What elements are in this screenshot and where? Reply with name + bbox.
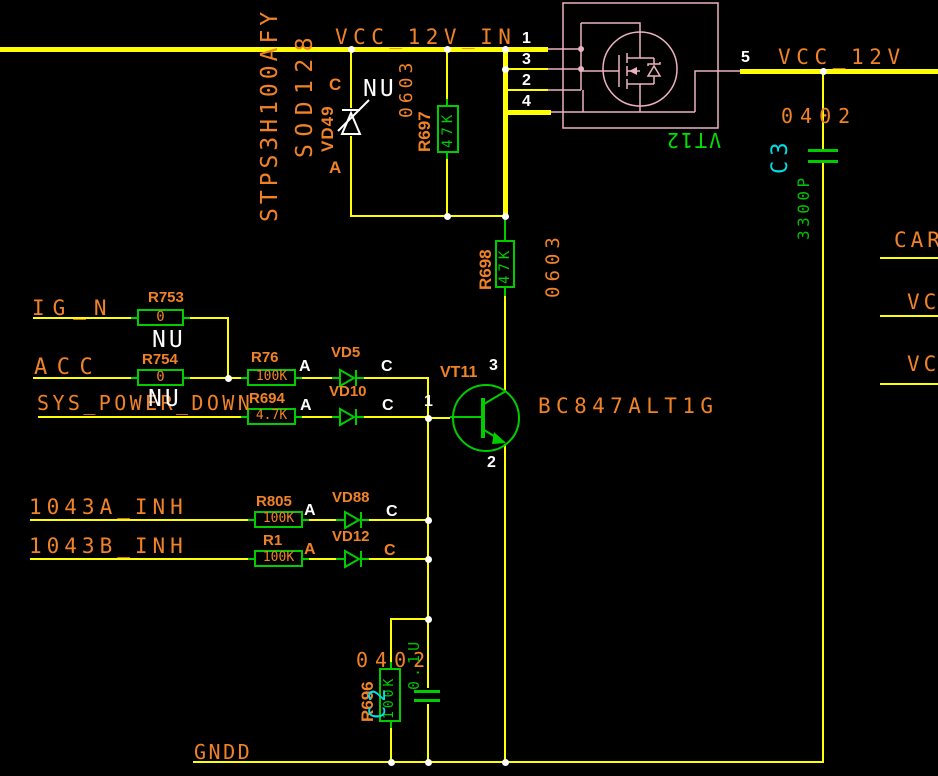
- vd10-diode-symbol[interactable]: [332, 409, 364, 425]
- designator-vt11[interactable]: VT11: [440, 365, 477, 382]
- vd88-diode-symbol[interactable]: [336, 512, 369, 528]
- value-c2[interactable]: 0.1U: [407, 630, 423, 690]
- vt11-pin-base: 1: [424, 394, 433, 411]
- vd5-anode-marker: A: [299, 359, 311, 376]
- r753-nu-marker: NU: [152, 328, 186, 352]
- vd12-cathode-marker: C: [384, 543, 396, 560]
- value-r694[interactable]: 4.7K: [247, 409, 296, 423]
- vt12-mosfet-symbol[interactable]: [548, 3, 740, 128]
- net-label-1043b-inh[interactable]: 1043B_INH: [29, 535, 188, 557]
- footprint-sod128[interactable]: SOD128: [293, 28, 317, 158]
- vt12-pin-4: 4: [522, 94, 531, 111]
- designator-r753[interactable]: R753: [148, 290, 184, 306]
- designator-vd10[interactable]: VD10: [329, 384, 367, 400]
- junction-dot: [502, 66, 509, 73]
- vd49-diode-symbol[interactable]: [338, 100, 369, 134]
- r754-nu-marker: NU: [148, 387, 182, 411]
- vd49-cathode-marker: C: [329, 76, 341, 94]
- junction-dot: [502, 759, 509, 766]
- vt11-pin-emitter: 2: [487, 455, 496, 472]
- junction-dot: [502, 213, 509, 220]
- vt12-pin-5: 5: [741, 50, 750, 67]
- designator-r754[interactable]: R754: [142, 352, 178, 368]
- vd12-anode-marker: A: [304, 542, 316, 559]
- designator-c2[interactable]: C2: [367, 683, 390, 719]
- value-c3[interactable]: 3300P: [796, 172, 813, 240]
- nu-slash-icon: [338, 100, 369, 131]
- designator-r694[interactable]: R694: [249, 391, 285, 407]
- footprint-c3[interactable]: 0402: [781, 106, 857, 127]
- vd12-diode-symbol[interactable]: [336, 551, 369, 567]
- net-label-1043a-inh[interactable]: 1043A_INH: [29, 496, 188, 518]
- footprint-r698[interactable]: 0603: [544, 228, 564, 298]
- part-number-stps[interactable]: STPS3H100AFY: [258, 8, 282, 222]
- vd49-nu-marker: NU: [363, 77, 397, 101]
- vd5-cathode-marker: C: [381, 359, 393, 376]
- net-label-sys-power-down[interactable]: SYS_POWER_DOWN: [37, 393, 253, 414]
- junction-dot: [225, 375, 232, 382]
- footprint-r697[interactable]: 0603: [398, 56, 417, 118]
- designator-r76[interactable]: R76: [251, 350, 279, 366]
- junction-dot: [425, 517, 432, 524]
- designator-vd88[interactable]: VD88: [332, 490, 370, 506]
- value-r753[interactable]: 0: [137, 310, 184, 325]
- designator-c3[interactable]: C3: [769, 136, 792, 174]
- designator-r698[interactable]: R698: [477, 238, 495, 290]
- net-label-gndd[interactable]: GNDD: [194, 742, 252, 763]
- designator-r697[interactable]: R697: [416, 100, 434, 152]
- junction-dot: [425, 415, 432, 422]
- value-r76[interactable]: 100K: [247, 370, 296, 384]
- designator-vd5[interactable]: VD5: [331, 345, 360, 361]
- vt12-pin-2: 2: [522, 73, 531, 90]
- net-label-vcc-12v-in[interactable]: VCC_12V_IN: [335, 26, 516, 48]
- vd10-cathode-marker: C: [382, 398, 394, 415]
- net-label-car-clipped[interactable]: CAR: [894, 229, 938, 251]
- value-r754[interactable]: 0: [137, 370, 184, 385]
- net-label-vcc-12v[interactable]: VCC_12V: [778, 46, 906, 68]
- junction-dot: [425, 556, 432, 563]
- net-label-vc-clipped-2[interactable]: VC: [907, 353, 938, 375]
- schematic-canvas[interactable]: VCC_12V_IN VCC_12V IG_N ACC SYS_POWER_DO…: [0, 0, 938, 776]
- value-r698[interactable]: 47K: [498, 242, 513, 284]
- designator-vd12[interactable]: VD12: [332, 529, 370, 545]
- junction-dot: [444, 213, 451, 220]
- vt11-pin-collector: 3: [489, 358, 498, 375]
- net-label-acc[interactable]: ACC: [34, 356, 102, 379]
- net-label-ig-n[interactable]: IG_N: [32, 297, 115, 319]
- vd10-anode-marker: A: [300, 398, 312, 415]
- value-r697[interactable]: 47K: [441, 106, 456, 148]
- body-diode-icon: [648, 66, 660, 76]
- vt12-pin-1: 1: [522, 31, 531, 48]
- mosfet-arrow: [629, 67, 637, 75]
- vt11-transistor-symbol[interactable]: [450, 385, 519, 451]
- junction-dot: [388, 759, 395, 766]
- designator-r1[interactable]: R1: [263, 533, 282, 549]
- vd88-cathode-marker: C: [386, 504, 398, 521]
- junction-dot: [425, 759, 432, 766]
- vt12-pin-3: 3: [522, 52, 531, 69]
- value-r805[interactable]: 100K: [254, 512, 303, 526]
- junction-dot: [425, 616, 432, 623]
- value-r1[interactable]: 100K: [254, 551, 303, 565]
- vd88-anode-marker: A: [304, 503, 316, 520]
- designator-vt12[interactable]: VT12: [662, 129, 724, 150]
- emitter-arrow-icon: [492, 432, 506, 444]
- part-number-vt11[interactable]: BC847ALT1G: [538, 395, 718, 417]
- net-label-vc-clipped-1[interactable]: VC: [907, 291, 938, 313]
- designator-r805[interactable]: R805: [256, 494, 292, 510]
- vd49-anode-marker: A: [329, 159, 341, 177]
- designator-vd49[interactable]: VD49: [319, 100, 337, 152]
